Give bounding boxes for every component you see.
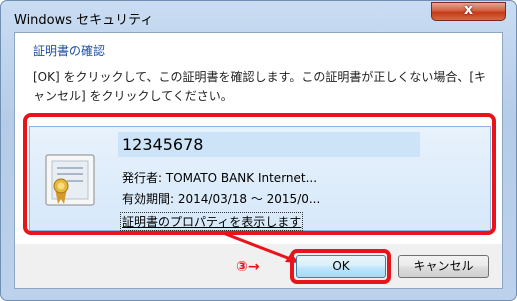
step-annotation-label: ③→ <box>236 259 260 275</box>
cancel-button[interactable]: キャンセル <box>398 255 489 278</box>
dialog-window: Windows セキュリティ x 証明書の確認 [OK] をクリックして、この証… <box>0 0 517 301</box>
ok-highlight-annotation <box>290 249 391 284</box>
